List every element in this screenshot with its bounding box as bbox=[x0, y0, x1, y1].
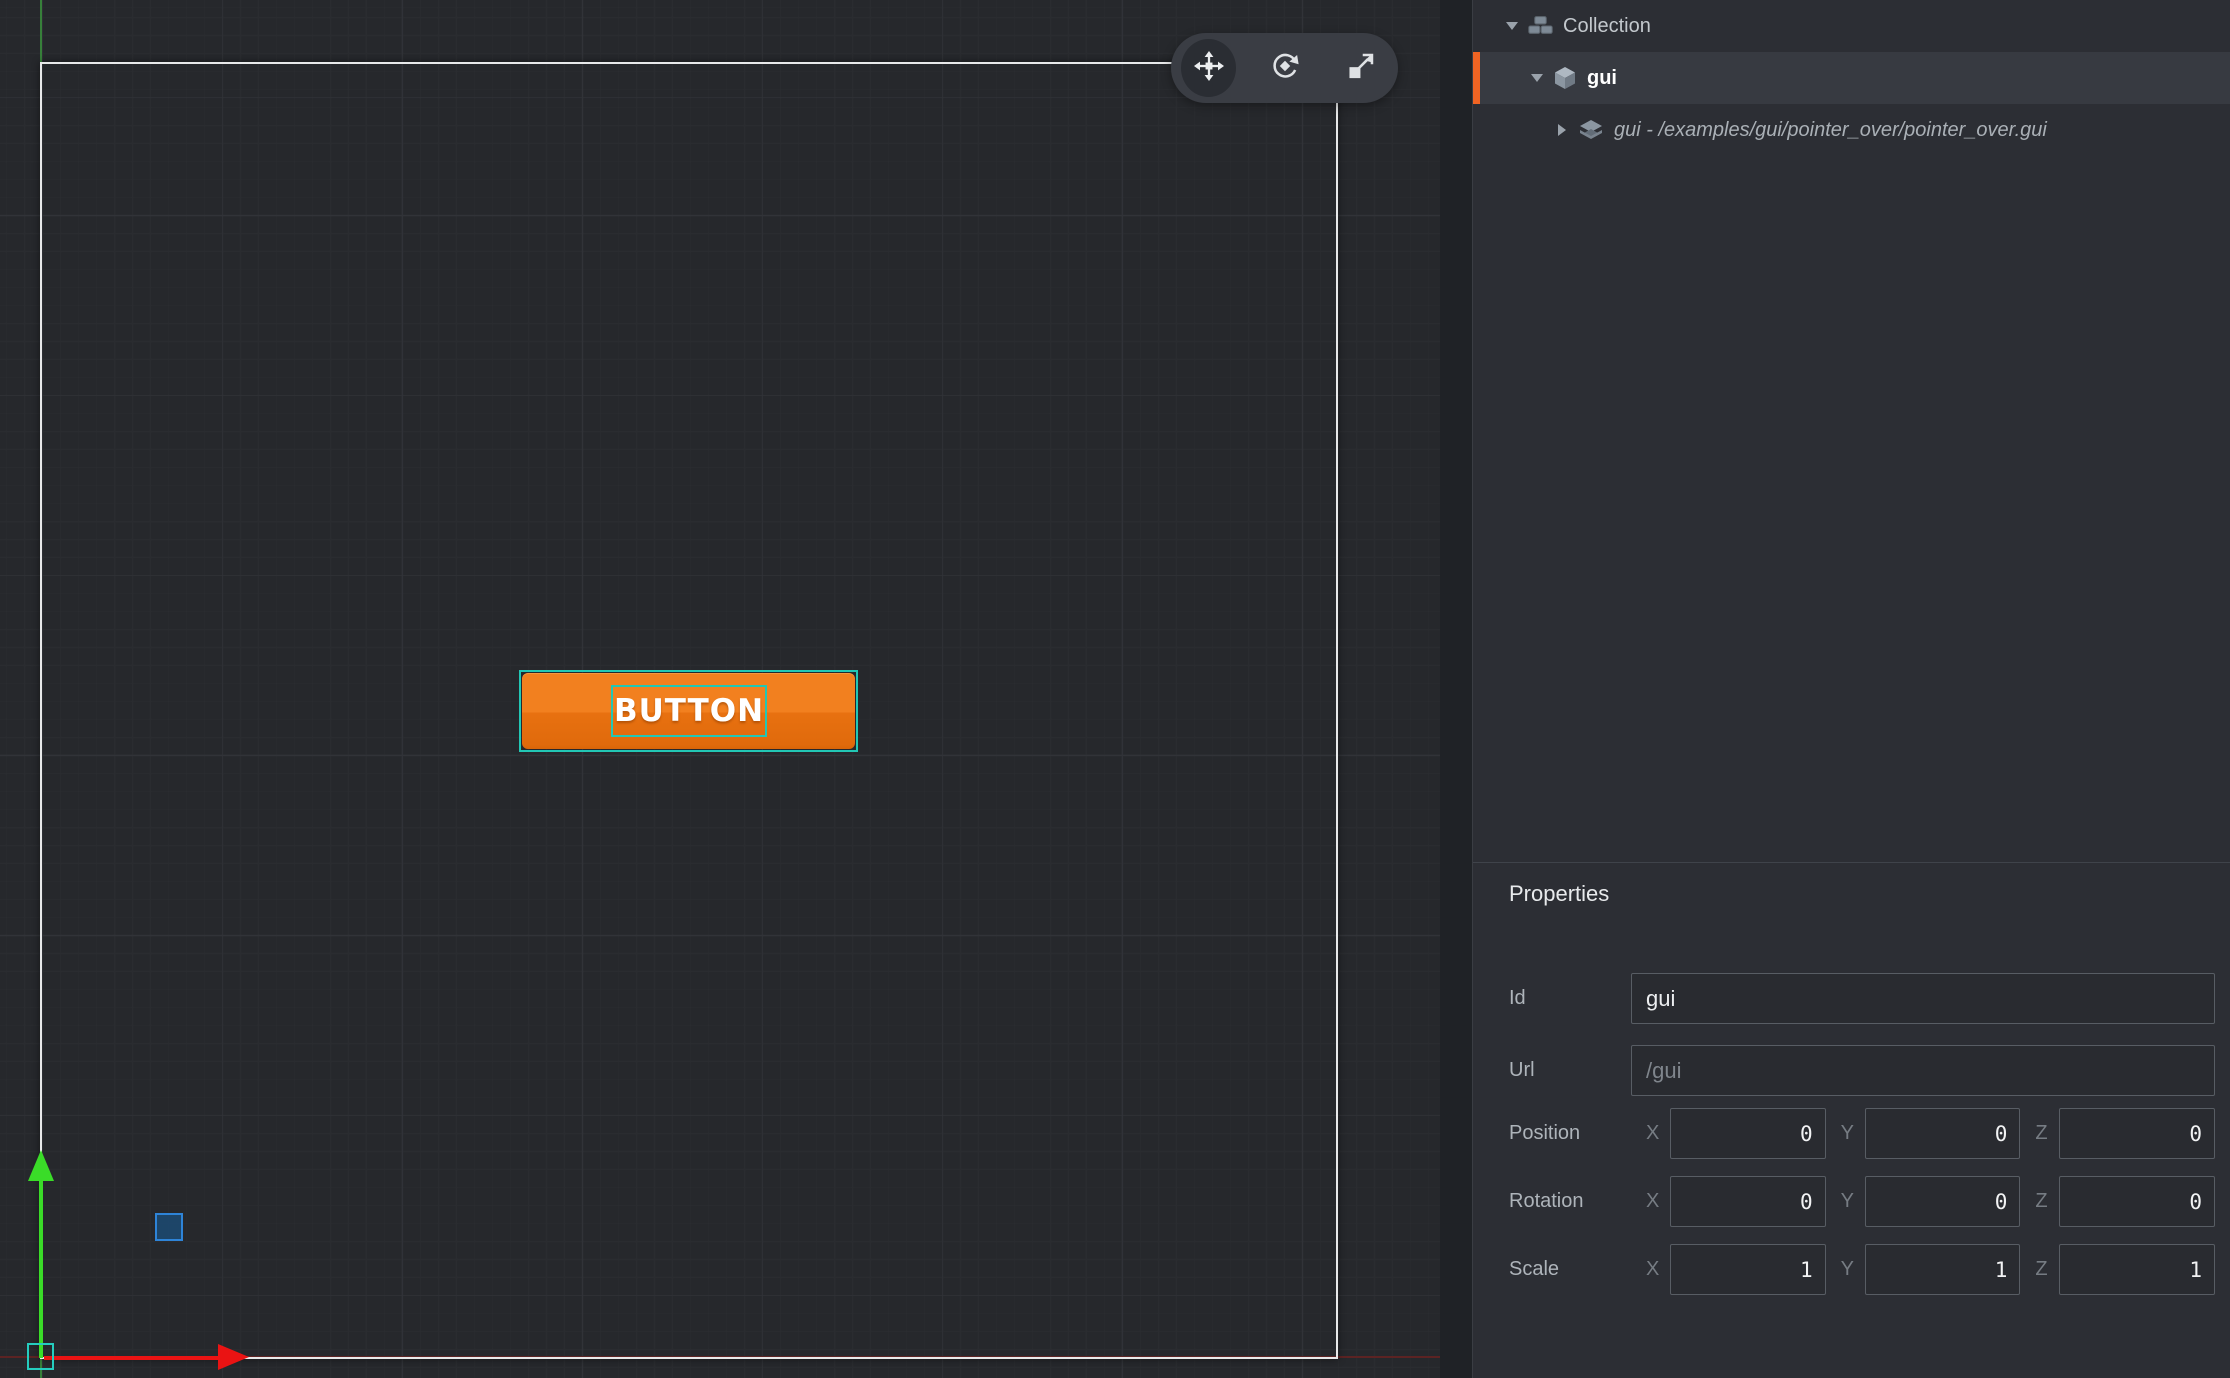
outline-item-gui-component[interactable]: gui - /examples/gui/pointer_over/pointer… bbox=[1473, 104, 2230, 156]
rotate-tool-button[interactable] bbox=[1257, 39, 1312, 97]
transform-toolbar bbox=[1171, 33, 1398, 103]
position-z-input[interactable] bbox=[2059, 1108, 2215, 1159]
x-axis-arrow-icon[interactable] bbox=[218, 1344, 249, 1370]
y-axis-arrow-icon[interactable] bbox=[28, 1150, 54, 1181]
scale-x-input[interactable] bbox=[1670, 1244, 1825, 1295]
outline-item-collection[interactable]: Collection bbox=[1473, 0, 2230, 52]
caret-down-icon[interactable] bbox=[1530, 72, 1544, 84]
rotation-y-label: Y bbox=[1841, 1190, 1854, 1213]
id-input[interactable] bbox=[1631, 973, 2215, 1024]
move-tool-button[interactable] bbox=[1181, 39, 1236, 97]
scale-square-icon bbox=[1346, 51, 1376, 86]
url-input[interactable] bbox=[1631, 1045, 2215, 1096]
scale-label: Scale bbox=[1509, 1258, 1631, 1281]
scale-y-label: Y bbox=[1841, 1258, 1854, 1281]
position-x-label: X bbox=[1646, 1122, 1659, 1145]
selection-bar bbox=[1473, 52, 1480, 104]
gui-button-label: BUTTON bbox=[614, 693, 764, 729]
rotation-x-input[interactable] bbox=[1670, 1176, 1825, 1227]
properties-panel: Properties Id Url Position X Y bbox=[1473, 862, 2230, 1378]
id-row: Id bbox=[1509, 973, 2215, 1024]
scale-x-label: X bbox=[1646, 1258, 1659, 1281]
position-label: Position bbox=[1509, 1122, 1631, 1145]
position-z-label: Z bbox=[2035, 1122, 2047, 1145]
outline-item-label: gui bbox=[1587, 67, 1617, 90]
rotation-y-input[interactable] bbox=[1865, 1176, 2020, 1227]
rotation-x-label: X bbox=[1646, 1190, 1659, 1213]
rotation-row: Rotation X Y Z bbox=[1509, 1176, 2215, 1227]
scale-y-input[interactable] bbox=[1865, 1244, 2020, 1295]
rotation-label: Rotation bbox=[1509, 1190, 1631, 1213]
url-label: Url bbox=[1509, 1059, 1631, 1082]
outline-tree: Collection gui bbox=[1473, 0, 2230, 156]
url-row: Url bbox=[1509, 1045, 2215, 1096]
gui-component-layers-icon bbox=[1578, 118, 1604, 142]
panel-divider[interactable] bbox=[1440, 0, 1472, 1378]
gui-button-text-node[interactable]: BUTTON bbox=[611, 685, 767, 737]
position-row: Position X Y Z bbox=[1509, 1108, 2215, 1159]
position-y-label: Y bbox=[1841, 1122, 1854, 1145]
outline-item-label: Collection bbox=[1563, 15, 1651, 38]
position-x-input[interactable] bbox=[1670, 1108, 1825, 1159]
scale-tool-button[interactable] bbox=[1333, 39, 1388, 97]
origin-handle[interactable] bbox=[27, 1343, 54, 1370]
move-arrows-icon bbox=[1194, 51, 1224, 86]
caret-right-icon[interactable] bbox=[1555, 123, 1569, 137]
collection-bricks-icon bbox=[1528, 15, 1553, 37]
rotation-z-input[interactable] bbox=[2059, 1176, 2215, 1227]
id-label: Id bbox=[1509, 987, 1631, 1010]
outline-item-label: gui - /examples/gui/pointer_over/pointer… bbox=[1614, 119, 2047, 142]
scene-viewport[interactable]: BUTTON bbox=[0, 0, 1440, 1378]
scale-z-label: Z bbox=[2035, 1258, 2047, 1281]
caret-down-icon[interactable] bbox=[1505, 20, 1519, 32]
scale-z-input[interactable] bbox=[2059, 1244, 2215, 1295]
game-object-cube-icon bbox=[1553, 65, 1577, 91]
rotation-z-label: Z bbox=[2035, 1190, 2047, 1213]
rotate-circle-icon bbox=[1270, 51, 1300, 86]
x-axis-gizmo[interactable] bbox=[44, 1356, 220, 1360]
editor-window: BUTTON bbox=[0, 0, 2230, 1378]
y-axis-gizmo[interactable] bbox=[39, 1180, 43, 1358]
properties-title: Properties bbox=[1509, 879, 2215, 909]
position-y-input[interactable] bbox=[1865, 1108, 2020, 1159]
right-panel: Collection gui bbox=[1472, 0, 2230, 1378]
scale-row: Scale X Y Z bbox=[1509, 1244, 2215, 1295]
xy-plane-handle[interactable] bbox=[155, 1213, 183, 1241]
outline-item-gui[interactable]: gui bbox=[1473, 52, 2230, 104]
